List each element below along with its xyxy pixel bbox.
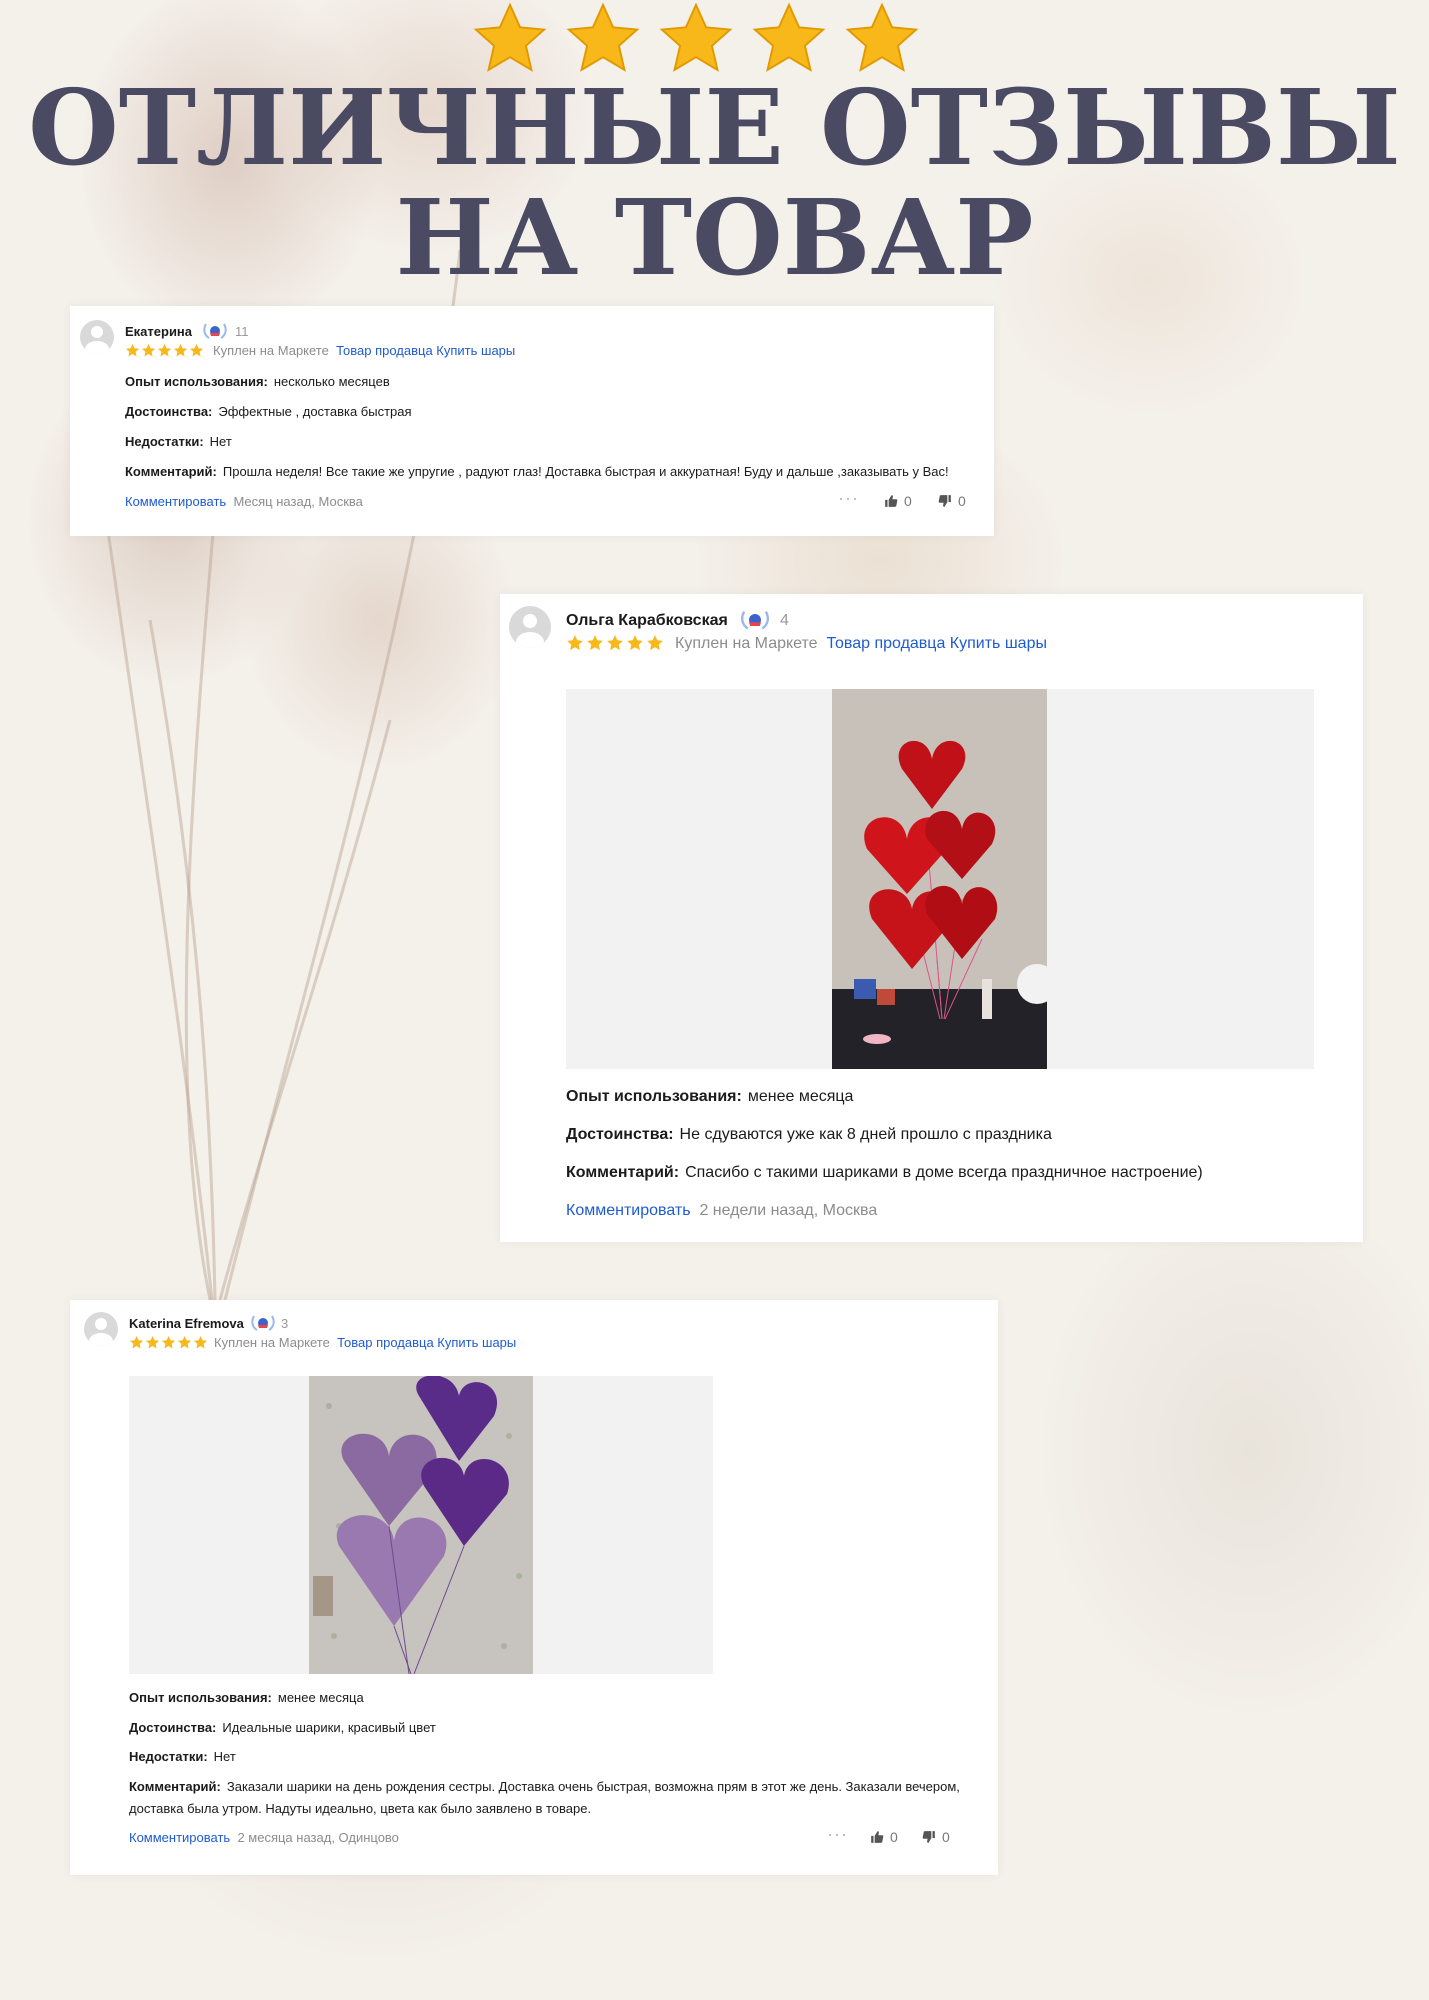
badge-count: 3 — [281, 1316, 289, 1331]
star-icon — [193, 1335, 208, 1349]
more-options-icon[interactable]: ··· — [827, 1824, 848, 1845]
field-pros: Достоинства: Идеальные шарики, красивый ц… — [129, 1720, 436, 1735]
comment-link[interactable]: Комментировать — [566, 1202, 691, 1219]
reviewer-level-badge-icon — [251, 1315, 275, 1331]
avatar[interactable] — [84, 1312, 118, 1346]
star-icon — [647, 635, 663, 651]
review-photo-container[interactable] — [129, 1376, 713, 1674]
seller-link[interactable]: Товар продавца Купить шары — [336, 343, 515, 358]
dislike-button[interactable]: 0 — [938, 493, 966, 509]
author-name[interactable]: Екатерина — [125, 324, 192, 339]
review-photo-container[interactable] — [566, 689, 1314, 1069]
seller-link[interactable]: Товар продавца Купить шары — [826, 635, 1047, 652]
field-comment: Комментарий: Спасибо с такими шариками в … — [566, 1164, 1203, 1181]
like-button[interactable]: 0 — [884, 493, 912, 509]
bought-label: Куплен на Маркете — [213, 343, 329, 358]
reviewer-level-badge-icon — [203, 323, 227, 339]
rating-stars — [566, 634, 664, 652]
review-footer: Комментировать 2 недели назад, Москва — [566, 1202, 877, 1220]
star-icon — [189, 343, 204, 357]
field-experience: Опыт использования: менее месяца — [129, 1690, 364, 1705]
star-icon — [177, 1335, 192, 1349]
rating-stars — [125, 343, 204, 358]
dislike-button[interactable]: 0 — [922, 1829, 950, 1845]
badge-count: 11 — [235, 324, 249, 339]
star-icon — [607, 635, 623, 651]
star-icon — [129, 1335, 144, 1349]
thumbs-up-icon — [871, 1831, 884, 1843]
purchase-info: Куплен на Маркете Товар продавца Купить … — [675, 635, 1047, 653]
field-pros: Достоинства: Эффектные , доставка быстрая — [125, 404, 412, 419]
bought-label: Куплен на Маркете — [214, 1335, 330, 1350]
field-cons: Недостатки: Нет — [125, 434, 232, 449]
page-headline-line1: ОТЛИЧНЫЕ ОТЗЫВЫ — [28, 66, 1401, 189]
review-date-location: 2 месяца назад, Одинцово — [237, 1830, 399, 1845]
star-icon — [145, 1335, 160, 1349]
review-date-location: 2 недели назад, Москва — [699, 1202, 878, 1219]
star-icon — [125, 343, 140, 357]
badge-count: 4 — [780, 612, 789, 629]
more-options-icon[interactable]: ··· — [838, 488, 859, 509]
star-icon — [567, 635, 583, 651]
review-footer: Комментировать Месяц назад, Москва — [125, 494, 363, 509]
field-experience: Опыт использования: несколько месяцев — [125, 374, 390, 389]
review-card-1: Екатерина 11 Куплен на Маркете Товар про… — [70, 306, 994, 536]
page-headline-line2: НА ТОВАР — [395, 176, 1034, 299]
author-name[interactable]: Ольга Карабковская — [566, 612, 728, 630]
seller-link[interactable]: Товар продавца Купить шары — [337, 1335, 516, 1350]
star-icon — [157, 343, 172, 357]
thumbs-down-icon — [922, 1831, 935, 1843]
avatar[interactable] — [509, 606, 551, 648]
star-icon — [173, 343, 188, 357]
review-card-2: Ольга Карабковская 4 Куплен на Маркете Т… — [500, 594, 1363, 1242]
star-icon — [141, 343, 156, 357]
comment-link[interactable]: Комментировать — [125, 494, 226, 509]
field-pros: Достоинства: Не сдуваются уже как 8 дней … — [566, 1126, 1052, 1143]
purple-heart-balloons-photo[interactable] — [309, 1376, 533, 1674]
bought-label: Куплен на Маркете — [675, 635, 818, 652]
field-comment: Комментарий: Прошла неделя! Все такие же … — [125, 464, 949, 479]
field-cons: Недостатки: Нет — [129, 1749, 236, 1764]
author-name[interactable]: Katerina Efremova — [129, 1316, 244, 1331]
review-footer: Комментировать 2 месяца назад, Одинцово — [129, 1830, 399, 1845]
field-comment: Комментарий: Заказали шарики на день рожд… — [129, 1779, 960, 1794]
star-icon — [627, 635, 643, 651]
field-comment-continued: доставка была утром. Надуты идеально, цв… — [129, 1801, 592, 1816]
star-icon — [587, 635, 603, 651]
comment-link[interactable]: Комментировать — [129, 1830, 230, 1845]
thumbs-up-icon — [885, 495, 898, 507]
purchase-info: Куплен на Маркете Товар продавца Купить … — [214, 1335, 516, 1350]
purchase-info: Куплен на Маркете Товар продавца Купить … — [213, 343, 515, 358]
field-experience: Опыт использования: менее месяца — [566, 1088, 854, 1105]
avatar[interactable] — [80, 320, 114, 354]
star-icon — [161, 1335, 176, 1349]
reviewer-level-badge-icon — [740, 610, 770, 630]
like-button[interactable]: 0 — [870, 1829, 898, 1845]
review-card-3: Katerina Efremova 3 Куплен на Маркете То… — [70, 1300, 998, 1875]
review-date-location: Месяц назад, Москва — [233, 494, 363, 509]
rating-stars — [129, 1335, 208, 1350]
thumbs-down-icon — [938, 495, 951, 507]
red-heart-balloons-photo[interactable] — [832, 689, 1047, 1069]
